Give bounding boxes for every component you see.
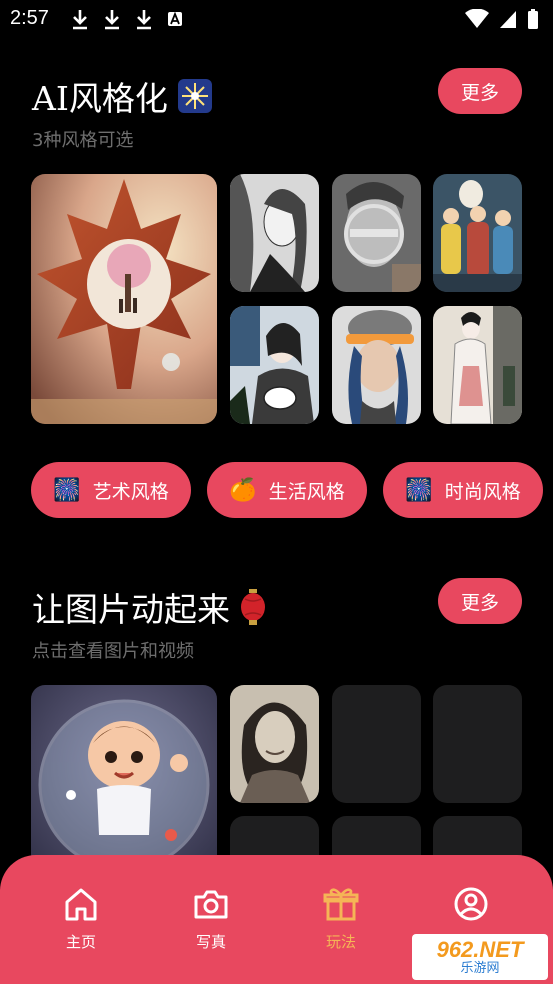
sparkle-icon: [177, 79, 212, 113]
style-sample-magnifier-portrait[interactable]: [332, 174, 421, 292]
signal-icon: [500, 11, 516, 28]
style-sample-sketch-portrait[interactable]: [230, 174, 319, 292]
nav-label: 写真: [195, 933, 226, 951]
animate-sample-placeholder[interactable]: [433, 685, 522, 803]
sparkle-icon: 🎆: [405, 477, 433, 503]
camera-icon: [194, 890, 228, 919]
section-subtitle: 3种风格可选: [32, 130, 134, 151]
chip-fashion-style[interactable]: 🎆 时尚风格: [383, 462, 543, 518]
status-bar: 2:57: [0, 0, 553, 40]
nav-item-profile[interactable]: [426, 885, 516, 931]
chip-art-style[interactable]: 🎆 艺术风格: [31, 462, 191, 518]
nav-label: 玩法: [325, 933, 356, 951]
orange-icon: 🍊: [229, 477, 257, 503]
style-sample-comic-girl-cat[interactable]: [230, 306, 319, 424]
download-icon: [73, 10, 87, 30]
section-subtitle: 点击查看图片和视频: [32, 641, 194, 662]
section-title-animate: 让图片动起来: [32, 583, 266, 631]
style-sample-cartoon-group[interactable]: [433, 174, 522, 292]
style-sample-ink-painting[interactable]: [433, 306, 522, 424]
status-time: 2:57: [10, 7, 49, 29]
lantern-icon: [240, 589, 266, 625]
more-button-ai-style[interactable]: 更多: [438, 68, 522, 114]
section-title-text: 让图片动起来: [32, 590, 230, 629]
nav-label: 主页: [65, 933, 96, 951]
featured-image-maple-leaf[interactable]: [31, 174, 217, 424]
section-title-ai-style: AI风格化: [32, 72, 212, 120]
watermark-subtext: 乐游网: [460, 960, 500, 976]
gift-icon: [323, 888, 359, 921]
section-title-text: AI风格化: [32, 79, 168, 118]
animate-sample-placeholder[interactable]: [332, 685, 421, 803]
animate-sample-vintage-portrait[interactable]: [230, 685, 319, 803]
chip-life-style[interactable]: 🍊 生活风格: [207, 462, 367, 518]
download-icon: [105, 10, 119, 30]
more-button-animate[interactable]: 更多: [438, 578, 522, 624]
home-icon: [65, 888, 97, 921]
nav-item-home[interactable]: 主页: [36, 885, 126, 952]
wifi-icon: [465, 9, 489, 28]
sparkle-icon: 🎆: [53, 477, 81, 503]
profile-icon: [454, 887, 488, 921]
nav-item-portrait[interactable]: 写真: [166, 885, 256, 952]
chip-label: 艺术风格: [92, 480, 169, 503]
style-sample-cap-portrait[interactable]: [332, 306, 421, 424]
battery-icon: [528, 9, 538, 29]
download-icon: [137, 10, 151, 30]
chip-label: 生活风格: [268, 480, 345, 503]
chip-label: 时尚风格: [444, 480, 521, 503]
nav-item-play[interactable]: 玩法: [296, 885, 386, 952]
watermark-text: 962.NET: [436, 936, 524, 962]
watermark-logo: 962.NET 乐游网: [412, 934, 548, 980]
app-notification-icon: [168, 11, 182, 26]
